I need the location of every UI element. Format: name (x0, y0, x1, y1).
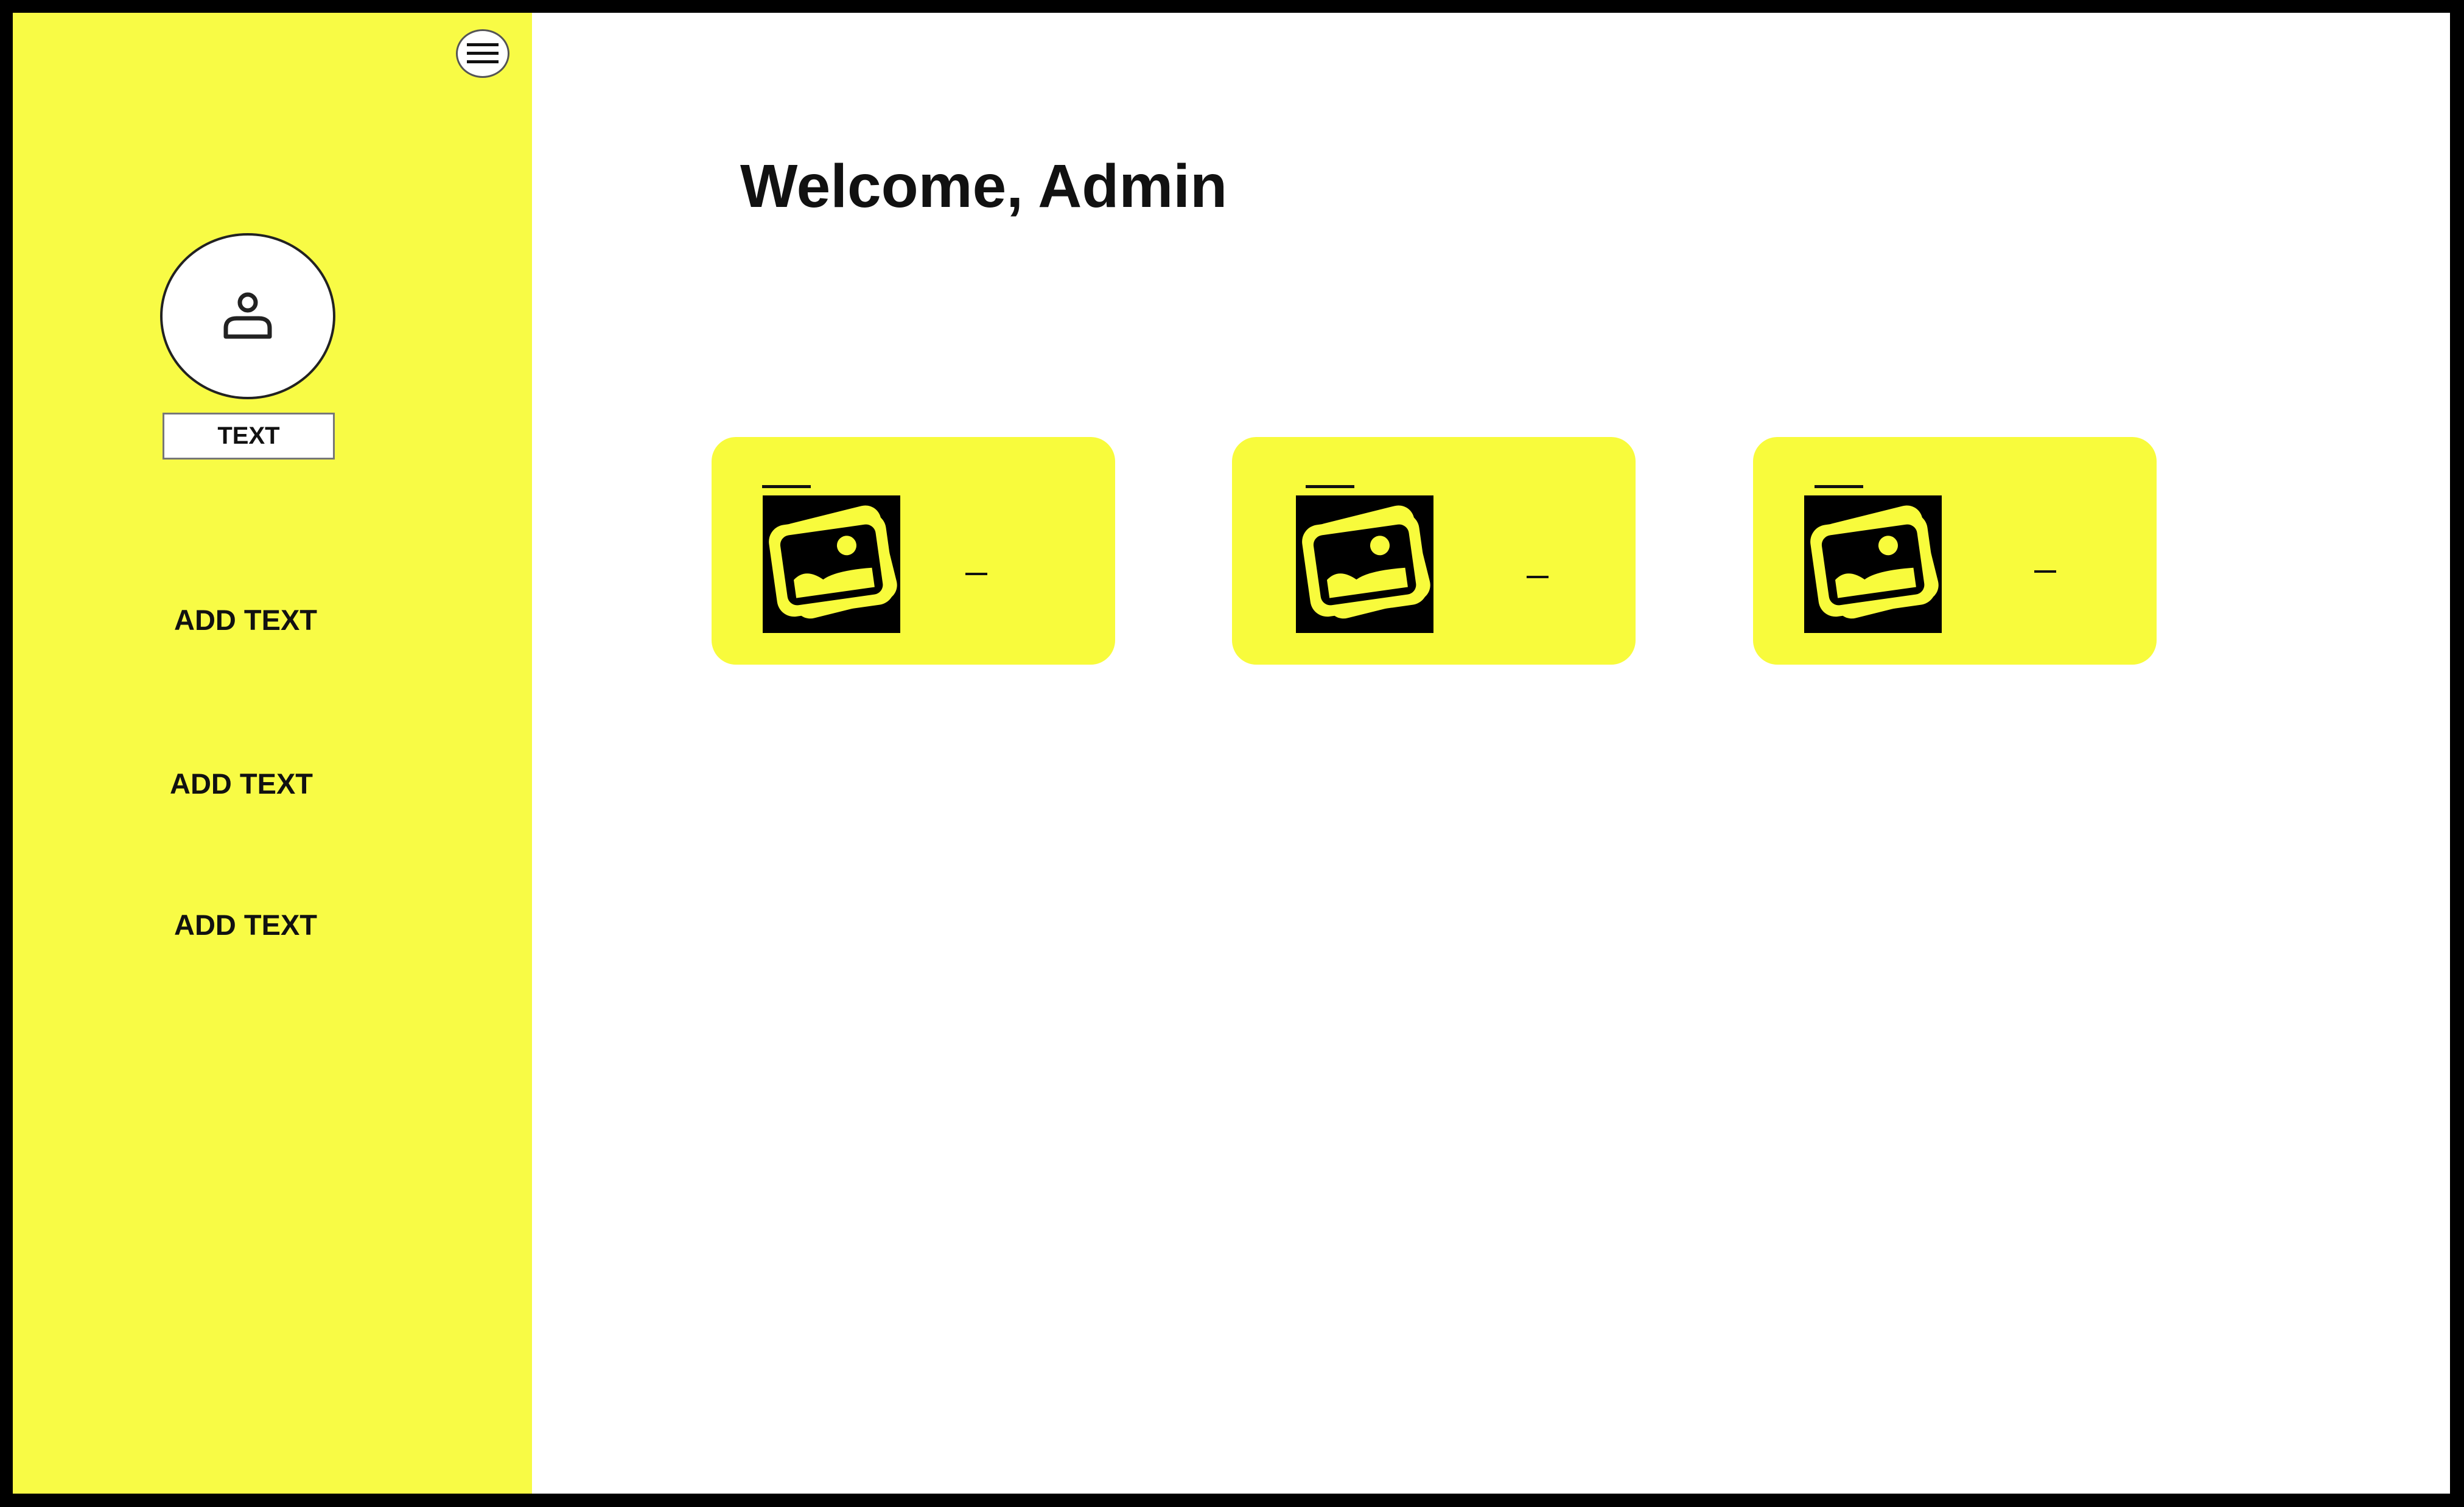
page-title: Welcome, Admin (740, 152, 1228, 220)
card-title-line (762, 485, 811, 488)
dashboard-card-3[interactable] (1753, 437, 2157, 665)
sidebar-item-3[interactable]: ADD TEXT (174, 908, 317, 942)
hamburger-menu-icon (467, 43, 499, 63)
image-icon (763, 495, 900, 633)
sidebar-item-2[interactable]: ADD TEXT (170, 767, 313, 800)
dashboard-card-1[interactable] (712, 437, 1115, 665)
sidebar-item-1[interactable]: ADD TEXT (174, 603, 317, 637)
avatar[interactable] (160, 233, 335, 399)
card-title-line (1815, 485, 1863, 488)
sidebar: TEXT ADD TEXT ADD TEXT ADD TEXT (13, 13, 532, 1494)
card-title-line (1306, 485, 1354, 488)
card-detail-line (1527, 576, 1549, 578)
user-name-label: TEXT (163, 413, 335, 460)
card-detail-line (965, 573, 987, 575)
dashboard-card-2[interactable] (1232, 437, 1636, 665)
image-icon (1296, 495, 1433, 633)
card-detail-line (2034, 570, 2056, 573)
image-icon (1804, 495, 1942, 633)
menu-button[interactable] (456, 29, 509, 78)
user-icon (223, 292, 272, 339)
app-window: TEXT ADD TEXT ADD TEXT ADD TEXT Welcome,… (13, 13, 2450, 1494)
